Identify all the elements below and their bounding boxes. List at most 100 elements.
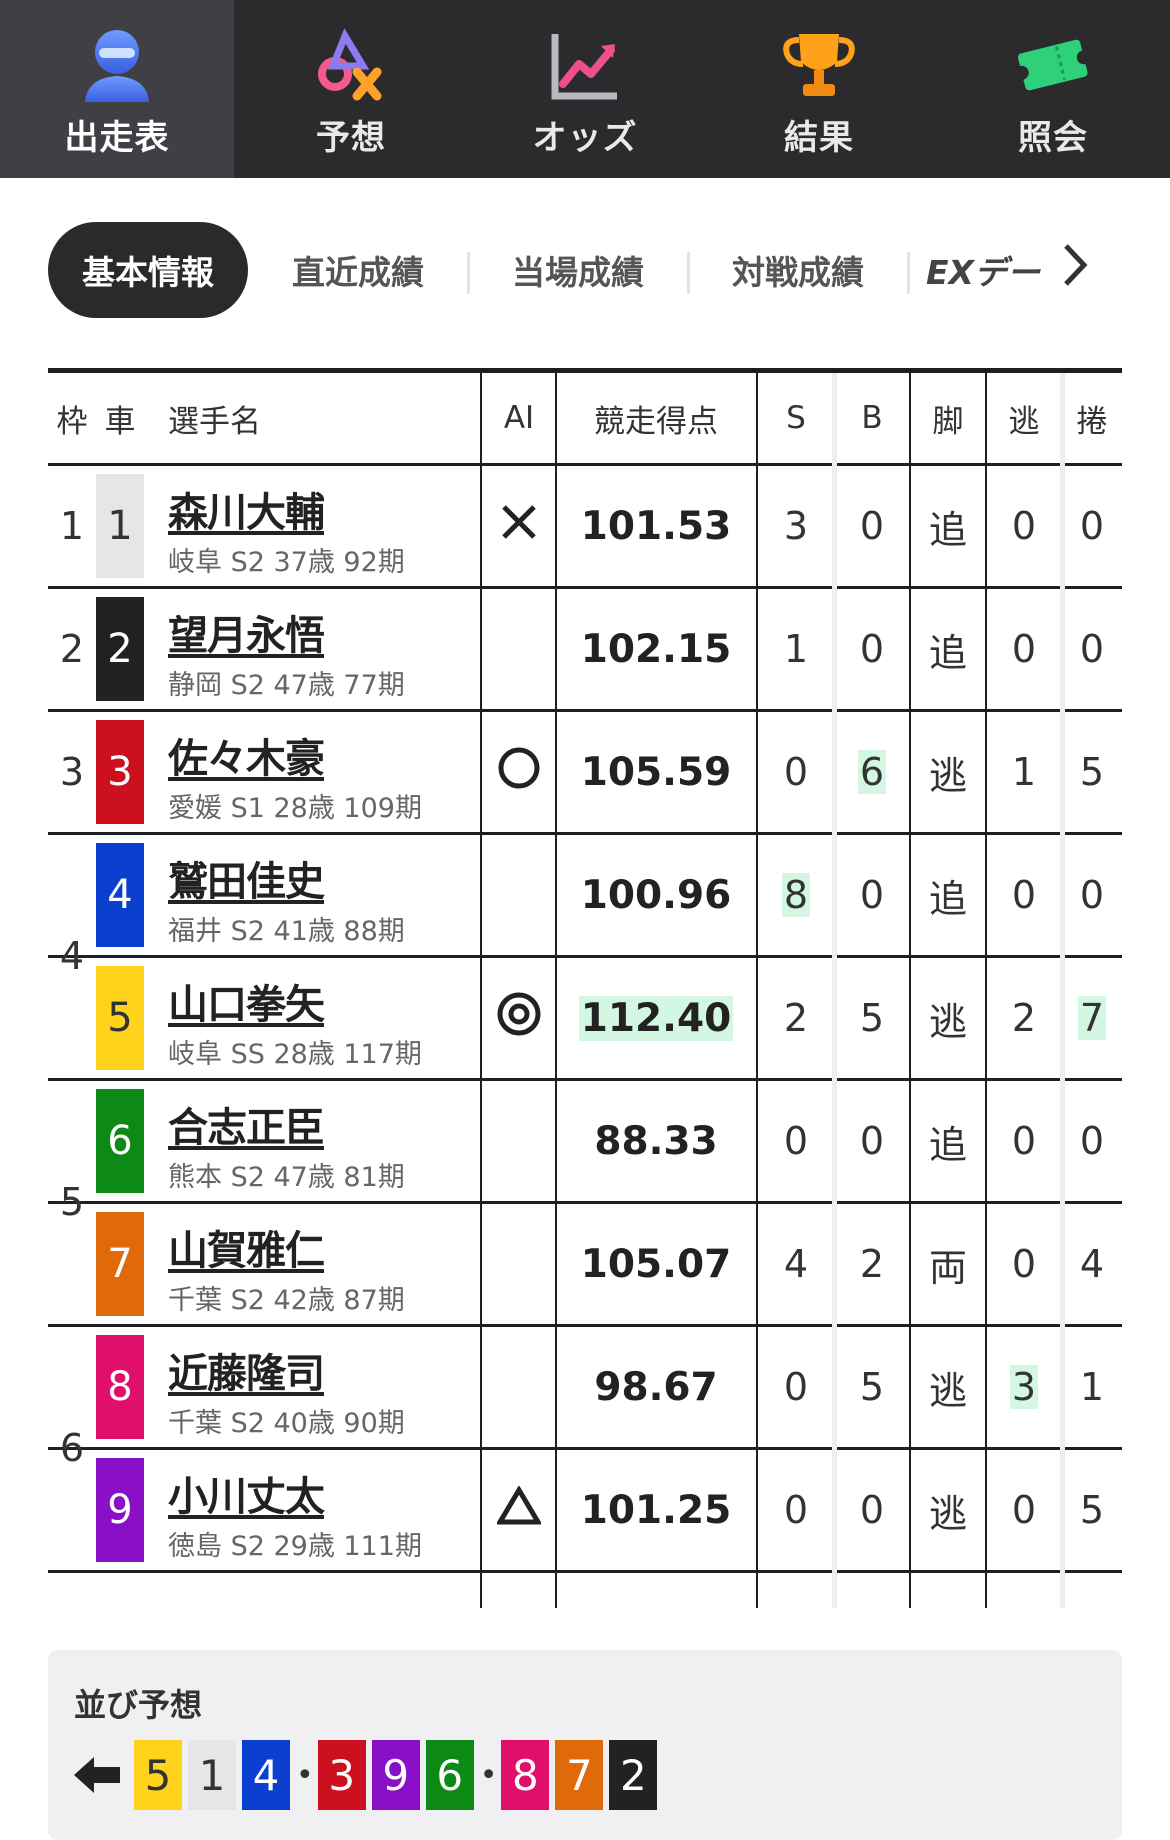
bike-number-badge: 8 bbox=[96, 1335, 144, 1439]
tab-ex-data[interactable]: EXデー bbox=[908, 246, 1056, 294]
stat-kyaku-value: 逃 bbox=[928, 999, 967, 1044]
header-player-name: 選手名 bbox=[168, 403, 261, 440]
line-bike-number: 6 bbox=[425, 1740, 474, 1810]
line-bike-number: 2 bbox=[609, 1740, 658, 1810]
stat-s-value: 0 bbox=[783, 1119, 809, 1163]
stat-b-value: 0 bbox=[859, 504, 885, 548]
score-cell: 102.15 bbox=[556, 589, 756, 709]
player-info: 岐阜 SS 28歳 117期 bbox=[168, 1039, 422, 1070]
left-arrow-icon bbox=[72, 1740, 126, 1810]
nav-item-prediction[interactable]: 予想 bbox=[234, 0, 468, 178]
stat-s: 0 bbox=[758, 1327, 834, 1447]
ai-cross-mark-icon bbox=[499, 502, 539, 551]
stat-nige: 0 bbox=[986, 466, 1062, 586]
stat-s-value: 2 bbox=[783, 996, 809, 1040]
line-bike-number: 8 bbox=[501, 1740, 550, 1810]
header-s: S bbox=[786, 400, 806, 436]
tab-basic-info[interactable]: 基本情報 bbox=[48, 222, 248, 318]
stat-b-value: 5 bbox=[859, 1365, 885, 1409]
stat-kyaku: 追 bbox=[910, 589, 986, 709]
stat-kyaku: 追 bbox=[910, 835, 986, 955]
table-row: 6 合志正臣 熊本 S2 47歳 81期 88.33 0 0 追 0 0 bbox=[48, 1081, 1122, 1204]
stat-makuri-value: 5 bbox=[1079, 750, 1105, 794]
stat-kyaku-value: 追 bbox=[928, 630, 967, 675]
player-name-link[interactable]: 鷲田佳史 bbox=[168, 849, 325, 907]
stat-kyaku: 追 bbox=[910, 1081, 986, 1201]
player-info: 徳島 S2 29歳 111期 bbox=[168, 1531, 422, 1562]
nav-label: 照会 bbox=[1018, 118, 1088, 158]
stat-s: 4 bbox=[758, 1204, 834, 1324]
player-name-link[interactable]: 佐々木豪 bbox=[168, 726, 325, 784]
stat-kyaku-value: 両 bbox=[928, 1245, 967, 1290]
column-divider bbox=[832, 373, 837, 1608]
nav-item-results[interactable]: 結果 bbox=[702, 0, 936, 178]
column-divider bbox=[985, 373, 987, 1608]
bike-number-badge: 1 bbox=[96, 474, 144, 578]
stat-b: 0 bbox=[834, 1081, 910, 1201]
ai-mark bbox=[482, 589, 556, 709]
stat-s: 2 bbox=[758, 958, 834, 1078]
stat-kyaku-value: 逃 bbox=[928, 753, 967, 798]
waku-number: 5 bbox=[59, 1180, 85, 1224]
nav-item-entry-table[interactable]: 出走表 bbox=[0, 0, 234, 178]
stat-makuri-value: 0 bbox=[1079, 873, 1105, 917]
player-name-link[interactable]: 山賀雅仁 bbox=[168, 1218, 325, 1276]
stat-makuri-value: 4 bbox=[1079, 1242, 1105, 1286]
nav-label: オッズ bbox=[532, 118, 638, 158]
odds-chart-icon bbox=[540, 26, 630, 104]
race-score: 105.07 bbox=[580, 1241, 732, 1287]
tab-venue-results[interactable]: 当場成績 bbox=[468, 246, 690, 294]
stat-kyaku: 逃 bbox=[910, 958, 986, 1078]
player-name-link[interactable]: 森川大輔 bbox=[168, 480, 325, 538]
stat-kyaku-value: 逃 bbox=[928, 1491, 967, 1536]
ai-mark bbox=[482, 1327, 556, 1447]
stat-makuri-value: 0 bbox=[1079, 627, 1105, 671]
stat-b-value: 0 bbox=[859, 1119, 885, 1163]
stat-nige-value: 2 bbox=[1011, 996, 1037, 1040]
player-info: 愛媛 S1 28歳 109期 bbox=[168, 793, 422, 824]
player-info: 福井 S2 41歳 88期 bbox=[168, 916, 405, 947]
stat-b: 2 bbox=[834, 1204, 910, 1324]
player-name-link[interactable]: 小川丈太 bbox=[168, 1464, 325, 1522]
player-name-link[interactable]: 山口拳矢 bbox=[168, 972, 325, 1030]
player-name-link[interactable]: 合志正臣 bbox=[168, 1095, 325, 1153]
stat-nige-value: 0 bbox=[1011, 1488, 1037, 1532]
stat-b: 0 bbox=[834, 835, 910, 955]
nav-item-odds[interactable]: オッズ bbox=[468, 0, 702, 178]
stat-nige-value: 0 bbox=[1011, 1119, 1037, 1163]
stat-makuri: 5 bbox=[1062, 1450, 1122, 1570]
stat-kyaku-value: 追 bbox=[928, 876, 967, 921]
stat-s: 0 bbox=[758, 1081, 834, 1201]
stat-s: 3 bbox=[758, 466, 834, 586]
header-b: B bbox=[861, 400, 883, 436]
chevron-right-icon[interactable] bbox=[1060, 242, 1090, 299]
tab-label: 対戦成績 bbox=[732, 253, 864, 292]
bike-number-badge: 2 bbox=[96, 597, 144, 701]
waku-number: 6 bbox=[59, 1426, 85, 1470]
header-ai: AI bbox=[503, 400, 535, 436]
ticket-icon bbox=[1008, 26, 1098, 104]
player-name-link[interactable]: 近藤隆司 bbox=[168, 1341, 325, 1399]
score-cell: 101.25 bbox=[556, 1450, 756, 1570]
stat-s-value: 0 bbox=[783, 1365, 809, 1409]
race-score: 88.33 bbox=[594, 1118, 718, 1164]
line-bike-number: 1 bbox=[188, 1740, 236, 1810]
tab-head-to-head[interactable]: 対戦成績 bbox=[688, 246, 910, 294]
player-name-link[interactable]: 望月永悟 bbox=[168, 603, 325, 661]
table-row: 9 小川丈太 徳島 S2 29歳 111期 101.25 0 0 逃 0 5 bbox=[48, 1450, 1122, 1573]
stat-kyaku-value: 追 bbox=[928, 507, 967, 552]
waku-number: 2 bbox=[59, 626, 85, 671]
bike-number-badge: 5 bbox=[96, 966, 144, 1070]
table-header: 枠 車 選手名 AI 競走得点 S B 脚 逃 捲 bbox=[48, 373, 1122, 466]
stat-nige: 0 bbox=[986, 1081, 1062, 1201]
ai-mark bbox=[482, 466, 556, 586]
waku-number: 3 bbox=[59, 749, 85, 794]
stat-b: 0 bbox=[834, 589, 910, 709]
tab-recent-results[interactable]: 直近成績 bbox=[248, 246, 470, 294]
stat-kyaku-value: 逃 bbox=[928, 1368, 967, 1413]
nav-item-inquiry[interactable]: 照会 bbox=[936, 0, 1170, 178]
stat-b-value: 6 bbox=[857, 750, 887, 794]
score-cell: 112.40 bbox=[556, 958, 756, 1078]
info-subtabs: 基本情報 直近成績 当場成績 対戦成績 EXデー bbox=[48, 222, 1128, 318]
stat-b-value: 0 bbox=[859, 627, 885, 671]
